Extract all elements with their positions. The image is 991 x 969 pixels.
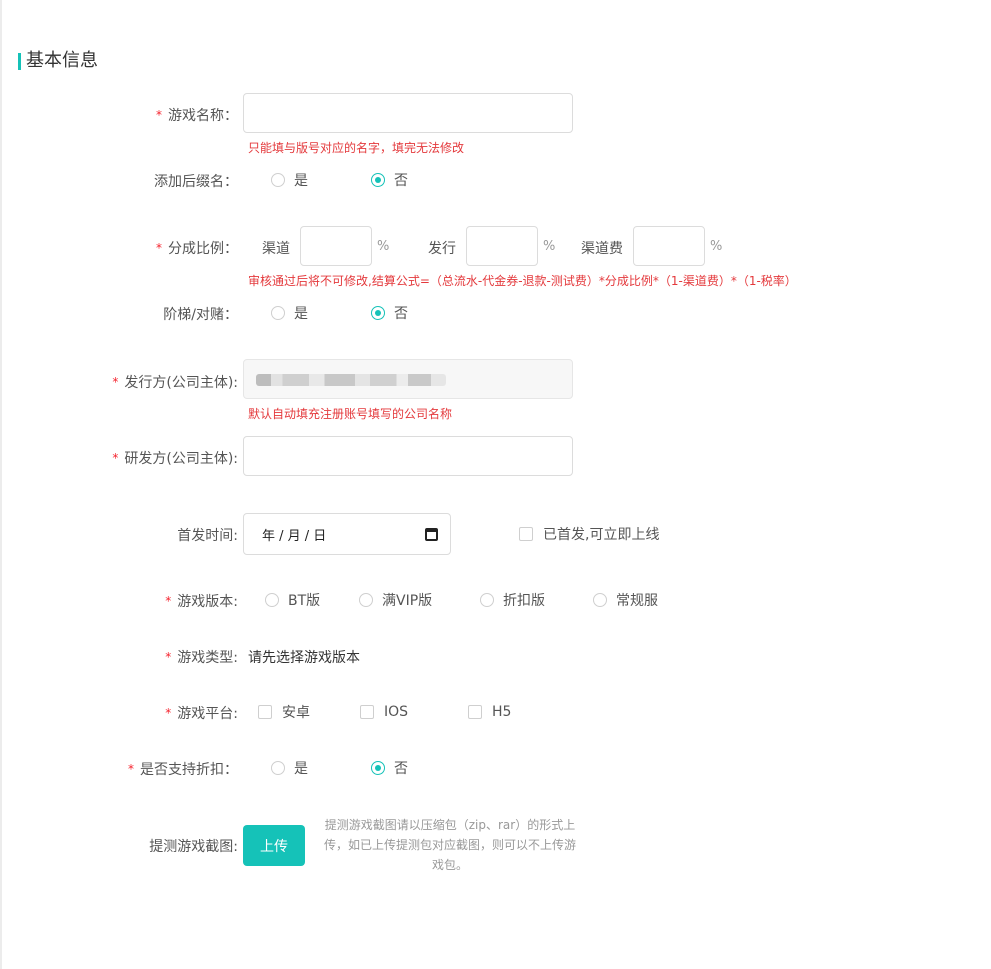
screenshot-label: 提测游戏截图:: [149, 839, 238, 855]
ladder-label: 阶梯/对赌：: [163, 307, 238, 323]
publisher-label: * 发行方(公司主体):: [112, 375, 238, 391]
publisher-hint: 默认自动填充注册账号填写的公司名称: [248, 407, 453, 421]
channel-percent: %: [377, 239, 390, 254]
developer-input[interactable]: [243, 436, 573, 476]
share-hint: 审核通过后将不可修改,结算公式=（总流水-代金券-退款-测试费）*分成比例*（1…: [248, 274, 797, 288]
channel-fee-input[interactable]: [633, 226, 705, 266]
required-mark: *: [165, 650, 172, 664]
game-name-hint: 只能填与版号对应的名字，填完无法修改: [248, 141, 465, 155]
upload-hint: 提测游戏截图请以压缩包（zip、rar）的形式上传，如已上传提测包对应截图，则可…: [323, 818, 576, 872]
checkbox-box: [468, 705, 482, 719]
radio-circle: [593, 593, 607, 607]
checkbox-box: [360, 705, 374, 719]
platform-checkbox-ios[interactable]: IOS: [360, 702, 408, 722]
upload-button[interactable]: 上传: [243, 825, 305, 866]
channel-label: 渠道: [262, 241, 290, 257]
platform-label: * 游戏平台:: [165, 706, 238, 722]
channel-share-input[interactable]: [300, 226, 372, 266]
suffix-radio-no[interactable]: 否: [371, 170, 408, 190]
discount-radio-yes[interactable]: 是: [271, 758, 308, 778]
launch-date-input[interactable]: 年 / 月 / 日: [243, 513, 451, 555]
publish-percent: %: [543, 239, 556, 254]
left-border: [0, 0, 2, 969]
version-radio-bt[interactable]: BT版: [265, 590, 320, 610]
checkbox-box: [519, 527, 533, 541]
required-mark: *: [165, 594, 172, 608]
publish-share-input[interactable]: [466, 226, 538, 266]
radio-circle: [271, 306, 285, 320]
version-label: * 游戏版本:: [165, 594, 238, 610]
radio-circle-checked: [371, 173, 385, 187]
date-placeholder: 年 / 月 / 日: [262, 528, 327, 544]
fee-label: 渠道费: [581, 241, 623, 257]
share-label: * 分成比例：: [156, 241, 238, 257]
checkbox-box: [258, 705, 272, 719]
radio-circle-checked: [371, 761, 385, 775]
launch-label: 首发时间:: [177, 528, 238, 544]
section-title: 基本信息: [18, 50, 98, 72]
required-mark: *: [112, 451, 119, 465]
platform-checkbox-h5[interactable]: H5: [468, 702, 511, 722]
required-mark: *: [156, 108, 162, 122]
type-value: 请先选择游戏版本: [248, 650, 360, 666]
ladder-radio-no[interactable]: 否: [371, 303, 408, 323]
required-mark: *: [128, 762, 134, 776]
suffix-radio-yes[interactable]: 是: [271, 170, 308, 190]
game-name-label: * 游戏名称：: [156, 108, 238, 124]
version-radio-discount[interactable]: 折扣版: [480, 590, 545, 610]
discount-radio-no[interactable]: 否: [371, 758, 408, 778]
suffix-label: 添加后缀名：: [154, 174, 238, 190]
publish-label: 发行: [428, 241, 456, 257]
version-radio-regular[interactable]: 常规服: [593, 590, 658, 610]
required-mark: *: [156, 241, 162, 255]
radio-circle: [480, 593, 494, 607]
radio-circle: [265, 593, 279, 607]
required-mark: *: [112, 375, 119, 389]
discount-label: * 是否支持折扣：: [128, 762, 238, 778]
platform-checkbox-android[interactable]: 安卓: [258, 702, 310, 722]
radio-circle: [359, 593, 373, 607]
blurred-company-name: [256, 374, 446, 386]
type-label: * 游戏类型:: [165, 650, 238, 666]
radio-circle: [271, 761, 285, 775]
fee-percent: %: [710, 239, 723, 254]
ladder-radio-yes[interactable]: 是: [271, 303, 308, 323]
publisher-input: [243, 359, 573, 399]
radio-circle-checked: [371, 306, 385, 320]
game-name-input[interactable]: [243, 93, 573, 133]
calendar-icon[interactable]: [425, 527, 438, 541]
developer-label: * 研发方(公司主体):: [112, 451, 238, 467]
version-radio-vip[interactable]: 满VIP版: [359, 590, 432, 610]
launched-checkbox[interactable]: 已首发,可立即上线: [519, 524, 659, 544]
required-mark: *: [165, 706, 172, 720]
radio-circle: [271, 173, 285, 187]
